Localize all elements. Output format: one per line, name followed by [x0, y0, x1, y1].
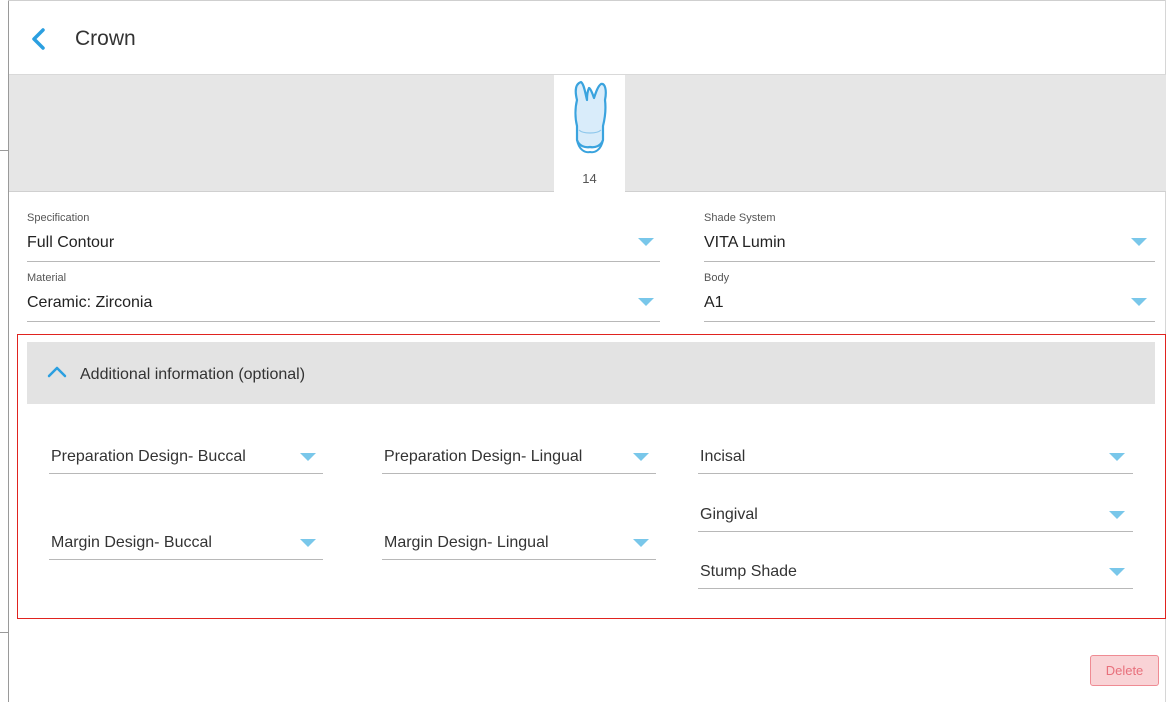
margin-design-lingual-label: Margin Design- Lingual — [384, 534, 549, 551]
dropdown-caret-icon — [1109, 453, 1125, 461]
stump-shade-label: Stump Shade — [700, 563, 797, 580]
shade-system-dropdown[interactable]: Shade System VITA Lumin — [704, 212, 1155, 262]
dropdown-caret-icon — [300, 539, 316, 547]
prep-design-lingual-label: Preparation Design- Lingual — [384, 448, 583, 465]
prep-design-buccal-dropdown[interactable]: Preparation Design- Buccal — [49, 440, 323, 474]
tooth-icon — [574, 80, 607, 154]
back-button[interactable] — [27, 27, 51, 51]
prep-design-buccal-label: Preparation Design- Buccal — [51, 448, 246, 465]
dropdown-caret-icon — [638, 298, 654, 306]
gingival-label: Gingival — [700, 506, 758, 523]
incisal-label: Incisal — [700, 448, 746, 465]
additional-info-toggle[interactable]: Additional information (optional) — [27, 342, 1155, 404]
dropdown-caret-icon — [300, 453, 316, 461]
tooth-card[interactable]: 14 — [554, 75, 625, 192]
margin-design-buccal-dropdown[interactable]: Margin Design- Buccal — [49, 526, 323, 560]
header-bar: Crown — [9, 0, 1166, 75]
body-label: Body — [704, 272, 730, 284]
additional-info-title: Additional information (optional) — [80, 366, 306, 383]
prep-design-lingual-dropdown[interactable]: Preparation Design- Lingual — [382, 440, 656, 474]
incisal-dropdown[interactable]: Incisal — [698, 440, 1133, 474]
stump-shade-dropdown[interactable]: Stump Shade — [698, 555, 1133, 589]
body-dropdown[interactable]: Body A1 — [704, 272, 1155, 322]
margin-design-lingual-dropdown[interactable]: Margin Design- Lingual — [382, 526, 656, 560]
gingival-dropdown[interactable]: Gingival — [698, 498, 1133, 532]
specification-label: Specification — [27, 212, 90, 224]
dropdown-caret-icon — [638, 238, 654, 246]
dropdown-caret-icon — [633, 453, 649, 461]
edge-mark — [0, 632, 9, 633]
material-value: Ceramic: Zirconia — [27, 294, 153, 311]
body-value: A1 — [704, 294, 724, 311]
dropdown-caret-icon — [1131, 238, 1147, 246]
specification-value: Full Contour — [27, 234, 115, 251]
edge-mark — [0, 150, 9, 151]
shade-system-label: Shade System — [704, 212, 776, 224]
tooth-number: 14 — [582, 171, 597, 186]
page-title: Crown — [75, 27, 136, 50]
chevron-up-icon — [47, 366, 67, 378]
material-label: Material — [27, 272, 67, 284]
delete-button[interactable]: Delete — [1090, 655, 1159, 686]
dropdown-caret-icon — [1109, 511, 1125, 519]
dropdown-caret-icon — [633, 539, 649, 547]
chevron-left-icon — [32, 28, 45, 50]
margin-design-buccal-label: Margin Design- Buccal — [51, 534, 212, 551]
dropdown-caret-icon — [1131, 298, 1147, 306]
material-dropdown[interactable]: Material Ceramic: Zirconia — [27, 272, 660, 322]
tooth-strip: 14 — [9, 75, 1166, 192]
specification-dropdown[interactable]: Specification Full Contour — [27, 212, 660, 262]
shade-system-value: VITA Lumin — [704, 234, 786, 251]
dropdown-caret-icon — [1109, 568, 1125, 576]
